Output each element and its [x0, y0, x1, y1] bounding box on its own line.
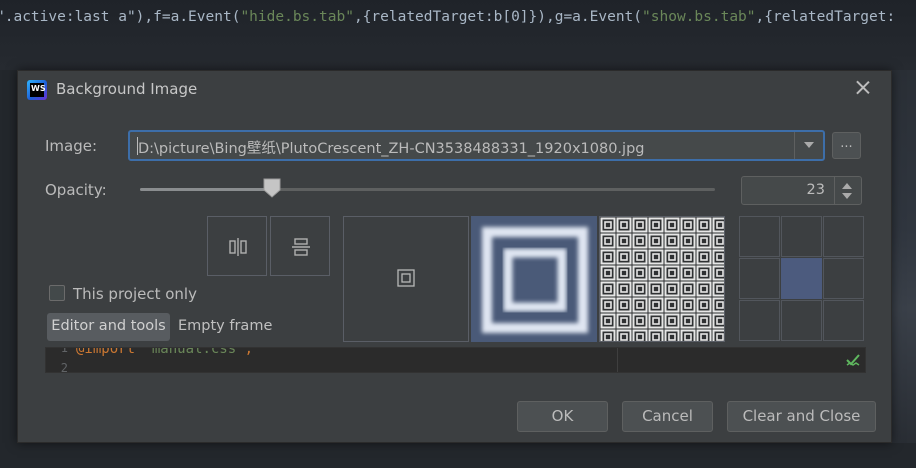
opacity-slider-track[interactable]	[140, 188, 715, 191]
cancel-button[interactable]: Cancel	[622, 401, 713, 432]
code-semicolon: ;	[244, 347, 254, 357]
dialog-titlebar[interactable]: WS Background Image	[18, 71, 891, 107]
anchor-bottom-right[interactable]	[823, 300, 864, 341]
spinner-separator	[834, 177, 835, 204]
chevron-down-icon[interactable]	[804, 142, 814, 148]
image-label: Image:	[45, 137, 98, 155]
code-keyword: @import	[76, 347, 136, 357]
anchor-bottom-left[interactable]	[739, 300, 780, 341]
logo-text: WS	[30, 83, 46, 97]
combo-separator	[794, 132, 795, 159]
browse-button[interactable]: ...	[832, 132, 861, 159]
image-path-combobox[interactable]: D:\picture\Bing壁纸\PlutoCrescent_ZH-CN353…	[128, 130, 825, 161]
code-fragment: ".active:last a"),f=a.Event(	[0, 9, 241, 25]
right-margin-guide	[617, 348, 618, 372]
flip-vertical-icon	[292, 238, 310, 256]
fill-mode-tile[interactable]	[599, 216, 725, 342]
anchor-top-right[interactable]	[823, 216, 864, 257]
spinner-down-icon[interactable]	[842, 193, 852, 199]
code-string: "hide.bs.tab"	[240, 9, 354, 25]
close-icon[interactable]	[854, 78, 872, 96]
anchor-center[interactable]	[781, 258, 822, 299]
fill-mode-scale[interactable]	[471, 216, 597, 342]
this-project-only-label[interactable]: This project only	[73, 285, 197, 303]
code-string: "show.bs.tab"	[642, 9, 756, 25]
background-editor: ".active:last a"),f=a.Event("hide.bs.tab…	[0, 0, 916, 70]
spinner-up-icon[interactable]	[842, 183, 852, 189]
background-image-dialog: WS Background Image Image: D:\picture\Bi…	[17, 70, 892, 443]
anchor-top-left[interactable]	[739, 216, 780, 257]
opacity-value: 23	[806, 182, 825, 198]
tab-editor-and-tools[interactable]: Editor and tools	[47, 313, 170, 341]
image-path-value: D:\picture\Bing壁纸\PlutoCrescent_ZH-CN353…	[138, 141, 645, 157]
fill-mode-center[interactable]	[343, 216, 469, 342]
code-string: "manual.css"	[143, 347, 245, 357]
opacity-spinner[interactable]: 23	[741, 176, 862, 205]
background-editor-bottom	[0, 443, 916, 468]
inspection-ok-icon	[846, 354, 860, 366]
opacity-label: Opacity:	[45, 181, 107, 199]
center-mode-icon	[397, 269, 415, 287]
dialog-title: Background Image	[56, 80, 198, 98]
line-number: 1	[60, 347, 68, 355]
preview-code: @import "manual.css";	[76, 347, 254, 357]
scale-mode-icon	[482, 227, 588, 333]
background-code-line: ".active:last a"),f=a.Event("hide.bs.tab…	[0, 9, 895, 25]
opacity-slider-thumb[interactable]	[263, 178, 281, 198]
webstorm-logo-icon: WS	[27, 80, 47, 100]
anchor-top-center[interactable]	[781, 216, 822, 257]
anchor-middle-left[interactable]	[739, 258, 780, 299]
preview-editor: 1 2 @import "manual.css";	[45, 347, 866, 373]
tab-empty-frame[interactable]: Empty frame	[178, 318, 272, 334]
line-gutter: 1 2	[46, 347, 72, 373]
anchor-middle-right[interactable]	[823, 258, 864, 299]
ok-button[interactable]: OK	[517, 401, 608, 432]
flip-horizontal-button[interactable]	[207, 216, 267, 276]
this-project-only-checkbox[interactable]	[49, 285, 65, 301]
anchor-bottom-center[interactable]	[781, 300, 822, 341]
line-number: 2	[60, 361, 68, 373]
code-fragment: ,{relatedTarget:	[755, 9, 896, 25]
anchor-grid	[739, 216, 865, 342]
text-caret	[137, 137, 138, 155]
clear-and-close-button[interactable]: Clear and Close	[727, 401, 876, 432]
opacity-slider-fill	[140, 188, 273, 191]
code-fragment: ,{relatedTarget:b[0]}),g=a.Event(	[353, 9, 643, 25]
flip-horizontal-icon	[229, 238, 247, 256]
flip-vertical-button[interactable]	[270, 216, 330, 276]
tile-mode-icon	[600, 217, 724, 341]
